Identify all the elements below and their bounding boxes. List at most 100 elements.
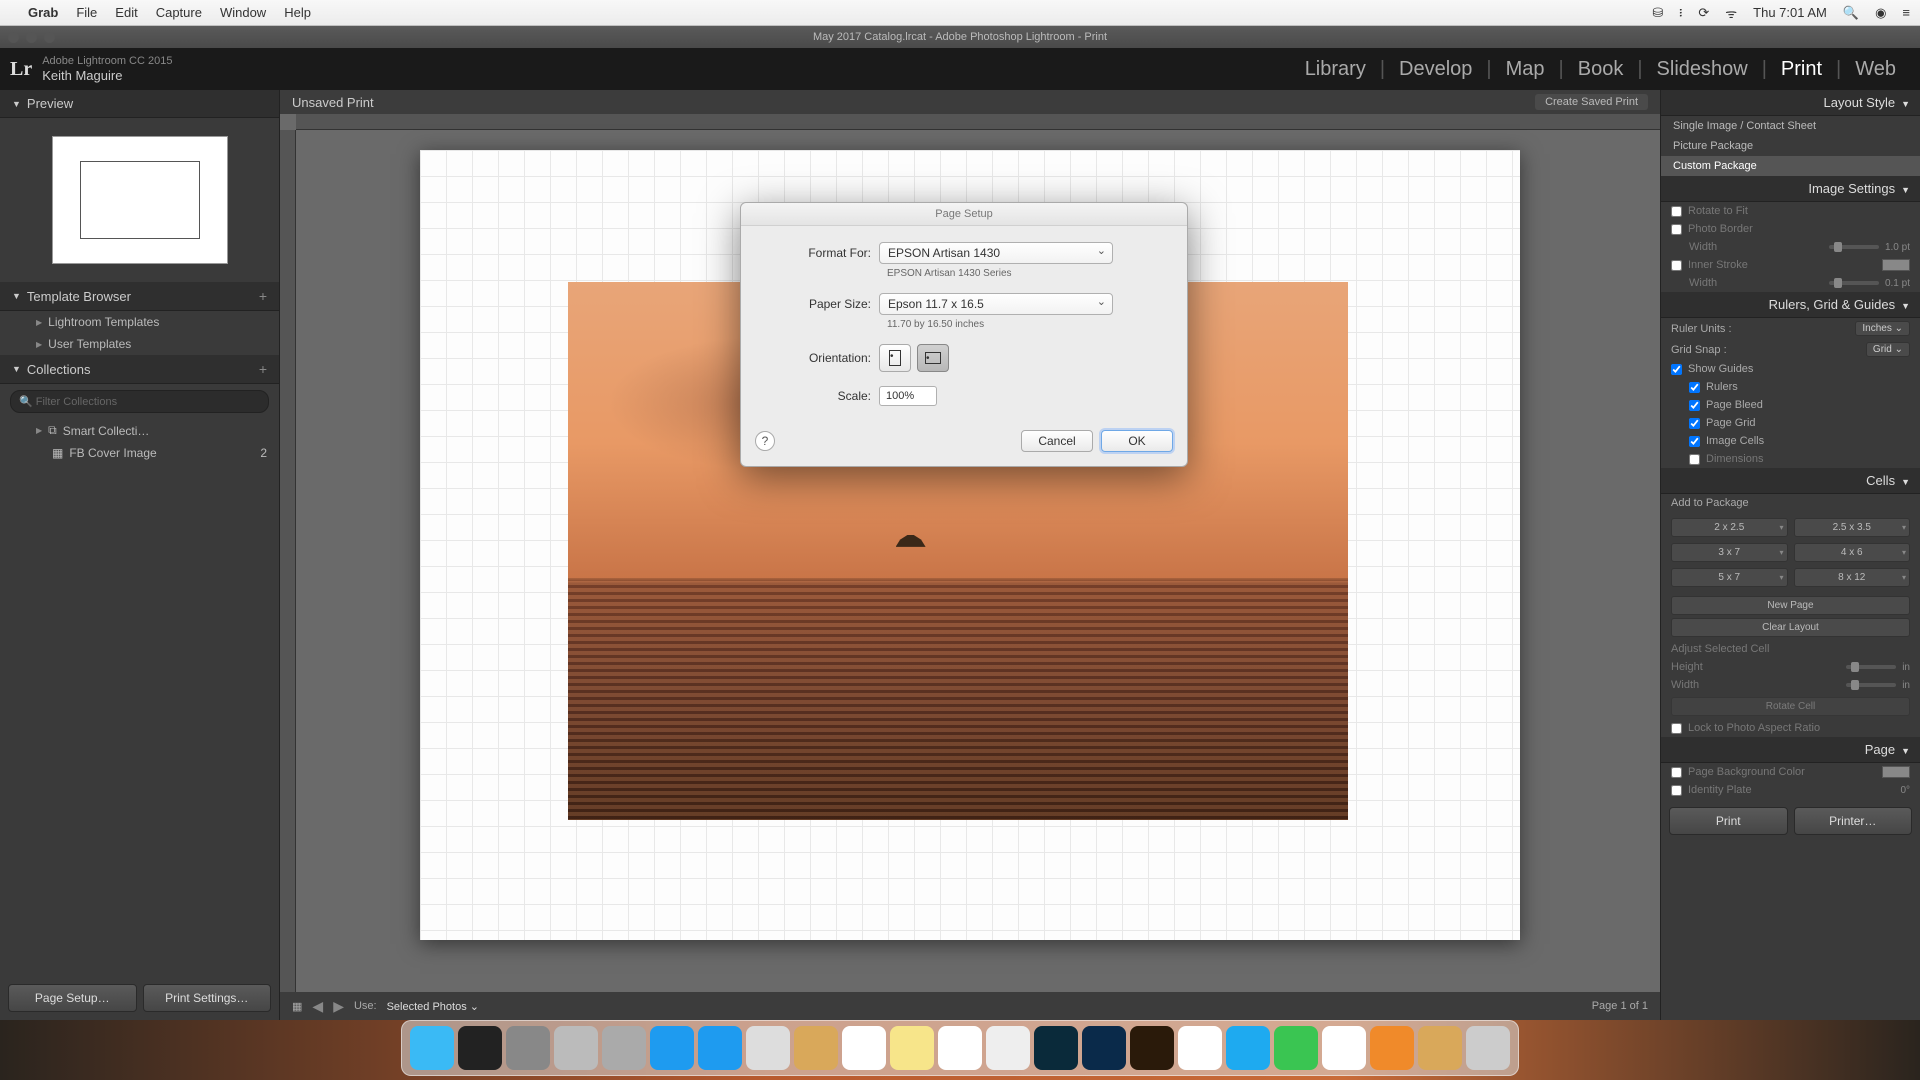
dock-siri-icon[interactable] [458,1026,502,1070]
add-template-button[interactable]: + [259,288,267,304]
prev-page-button[interactable]: ◀ [312,998,323,1015]
cell-height-slider[interactable] [1846,665,1896,669]
page-setup-button[interactable]: Page Setup… [8,984,137,1012]
module-develop[interactable]: Develop [1385,58,1486,81]
help-button[interactable]: ? [755,431,775,451]
dock-appstore-icon[interactable] [650,1026,694,1070]
dock-notes2-icon[interactable] [794,1026,838,1070]
dock-photos-icon[interactable] [1178,1026,1222,1070]
dock-finder-icon[interactable] [410,1026,454,1070]
image-settings-header[interactable]: Image Settings▼ [1661,176,1920,202]
zoom-window-button[interactable] [44,32,55,43]
sync-icon[interactable]: ⟳ [1698,5,1709,21]
menu-capture[interactable]: Capture [156,5,202,20]
stroke-width-slider[interactable] [1829,281,1879,285]
dock-maps-icon[interactable] [746,1026,790,1070]
menu-help[interactable]: Help [284,5,311,20]
identity-plate-checkbox[interactable] [1671,785,1682,796]
rotate-cell-button[interactable]: Rotate Cell [1671,697,1910,716]
printer-button[interactable]: Printer… [1794,807,1913,835]
preview-panel-header[interactable]: ▼Preview [0,90,279,118]
collections-header[interactable]: ▼Collections+ [0,355,279,384]
next-page-button[interactable]: ▶ [333,998,344,1015]
menu-edit[interactable]: Edit [115,5,137,20]
dock-maps2-icon[interactable] [986,1026,1030,1070]
cancel-button[interactable]: Cancel [1021,430,1093,452]
dock-messages-icon[interactable] [1226,1026,1270,1070]
page-bg-color[interactable] [1882,766,1910,778]
dock-facetime-icon[interactable] [1274,1026,1318,1070]
create-saved-print-button[interactable]: Create Saved Print [1535,94,1648,110]
user-icon[interactable]: ◉ [1875,5,1886,21]
filter-collections-input[interactable]: 🔍 Filter Collections [10,390,269,413]
cell-5x7-button[interactable]: 5 x 7▾ [1671,568,1788,587]
guide-page-bleed-checkbox[interactable] [1689,400,1700,411]
use-dropdown[interactable]: Selected Photos ⌄ [387,1000,479,1013]
collection-smart[interactable]: ▶⧉ Smart Collecti… [0,419,279,442]
format-for-select[interactable]: EPSON Artisan 1430 [879,242,1113,264]
module-web[interactable]: Web [1841,58,1910,81]
module-book[interactable]: Book [1564,58,1638,81]
paper-size-select[interactable]: Epson 11.7 x 16.5 [879,293,1113,315]
layout-style-header[interactable]: Layout Style▼ [1661,90,1920,116]
rulers-grid-guides-header[interactable]: Rulers, Grid & Guides▼ [1661,292,1920,318]
orientation-landscape-button[interactable] [917,344,949,372]
menu-window[interactable]: Window [220,5,266,20]
style-single-image[interactable]: Single Image / Contact Sheet [1661,116,1920,136]
dock-itunes-icon[interactable] [1322,1026,1366,1070]
grid-snap-select[interactable]: Grid ⌄ [1866,342,1910,357]
notifications-icon[interactable]: ≡ [1902,5,1910,20]
clear-layout-button[interactable]: Clear Layout [1671,618,1910,637]
dock-bridge-icon[interactable] [1130,1026,1174,1070]
minimize-window-button[interactable] [26,32,37,43]
cells-header[interactable]: Cells▼ [1661,468,1920,494]
cell-2x2.5-button[interactable]: 2 x 2.5▾ [1671,518,1788,537]
module-slideshow[interactable]: Slideshow [1643,58,1762,81]
spotlight-icon[interactable]: 🔍 [1843,5,1859,21]
lock-aspect-checkbox[interactable] [1671,723,1682,734]
inner-stroke-checkbox[interactable] [1671,260,1682,271]
guide-rulers-checkbox[interactable] [1689,382,1700,393]
status-icon[interactable]: ፧ [1679,5,1682,21]
inner-stroke-color[interactable] [1882,259,1910,271]
collection-fb-cover[interactable]: ▦ FB Cover Image2 [0,442,279,464]
border-width-slider[interactable] [1829,245,1879,249]
orientation-portrait-button[interactable] [879,344,911,372]
app-menu[interactable]: Grab [28,5,58,20]
dock-safari-icon[interactable] [698,1026,742,1070]
add-collection-button[interactable]: + [259,361,267,377]
dock-lightroom-icon[interactable] [1034,1026,1078,1070]
ok-button[interactable]: OK [1101,430,1173,452]
cell-4x6-button[interactable]: 4 x 6▾ [1794,543,1911,562]
cell-3x7-button[interactable]: 3 x 7▾ [1671,543,1788,562]
template-folder-lightroom[interactable]: ▶Lightroom Templates [0,311,279,333]
page-bg-checkbox[interactable] [1671,767,1682,778]
dock-ibooks-icon[interactable] [1370,1026,1414,1070]
menu-file[interactable]: File [76,5,97,20]
new-page-button[interactable]: New Page [1671,596,1910,615]
dock-box-icon[interactable] [1418,1026,1462,1070]
wifi-icon[interactable]: ᯤ [1725,4,1737,22]
close-window-button[interactable] [8,32,19,43]
style-picture-package[interactable]: Picture Package [1661,136,1920,156]
photo-border-checkbox[interactable] [1671,224,1682,235]
dock-notes-icon[interactable] [890,1026,934,1070]
cell-2.5x3.5-button[interactable]: 2.5 x 3.5▾ [1794,518,1911,537]
module-print[interactable]: Print [1767,58,1836,81]
page-panel-header[interactable]: Page▼ [1661,737,1920,763]
guide-dimensions-checkbox[interactable] [1689,454,1700,465]
scale-input[interactable]: 100% [879,386,937,406]
template-folder-user[interactable]: ▶User Templates [0,333,279,355]
module-map[interactable]: Map [1492,58,1559,81]
menubar-clock[interactable]: Thu 7:01 AM [1753,5,1827,20]
grid-toggle-icon[interactable]: ▦ [292,1000,302,1013]
dock-trash-icon[interactable] [1466,1026,1510,1070]
template-browser-header[interactable]: ▼Template Browser+ [0,282,279,311]
cell-width-slider[interactable] [1846,683,1896,687]
dock-reminders-icon[interactable] [938,1026,982,1070]
guide-image-cells-checkbox[interactable] [1689,436,1700,447]
print-settings-button[interactable]: Print Settings… [143,984,272,1012]
cell-8x12-button[interactable]: 8 x 12▾ [1794,568,1911,587]
guide-page-grid-checkbox[interactable] [1689,418,1700,429]
dock-grab-icon[interactable] [554,1026,598,1070]
